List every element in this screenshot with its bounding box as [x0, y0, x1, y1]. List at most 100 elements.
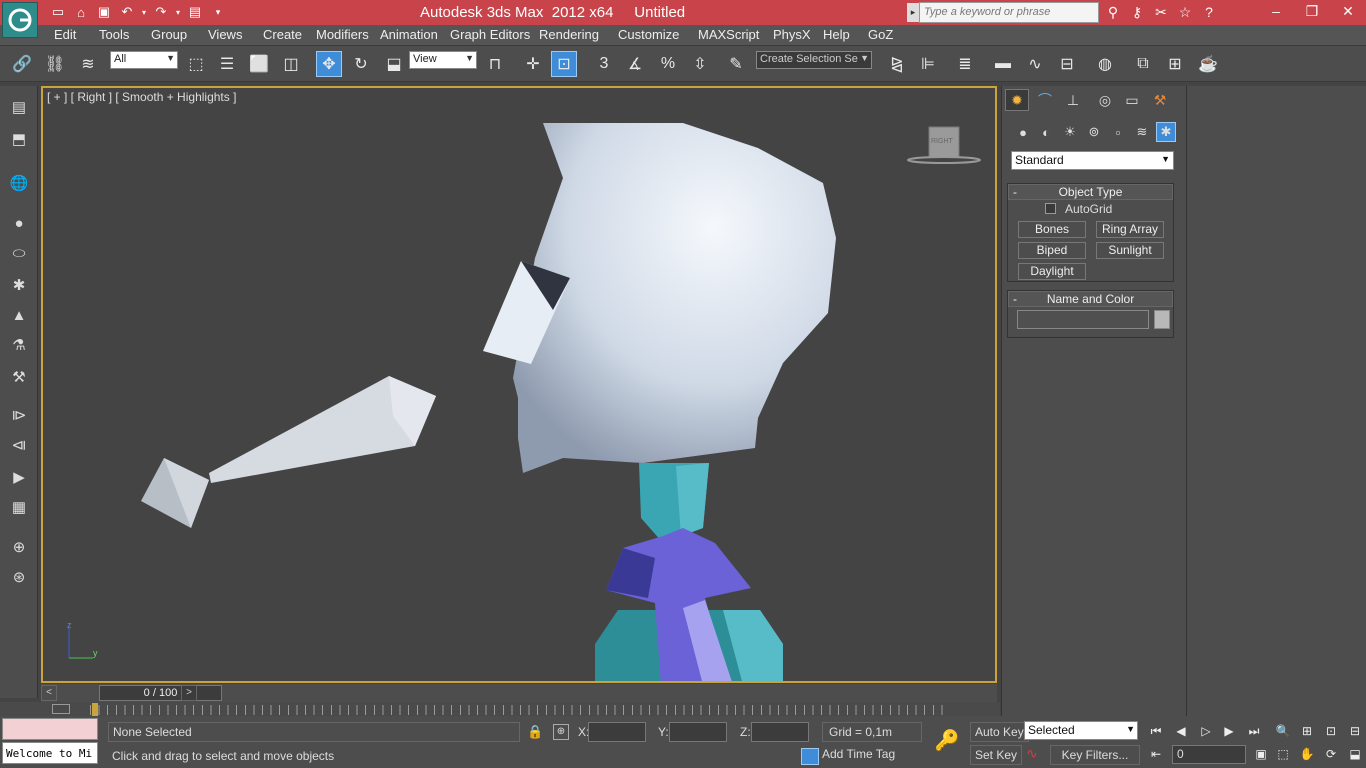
zoom-icon[interactable]: 🔍 — [1272, 722, 1294, 740]
edit-named-selection-icon[interactable]: ✎ — [723, 51, 749, 77]
hammer-icon[interactable]: ⚒ — [6, 364, 32, 390]
absolute-mode-icon[interactable]: ⊕ — [553, 724, 569, 740]
use-pivot-center-icon[interactable]: ⊓ — [482, 51, 508, 77]
cylinder-primitive-icon[interactable]: ⬭ — [6, 240, 32, 266]
snaps-toggle-icon[interactable]: 3 — [591, 51, 617, 77]
zoom-all-icon[interactable]: ⊞ — [1296, 722, 1318, 740]
select-object-icon[interactable]: ⬚ — [183, 51, 209, 77]
add-time-tag-button[interactable]: Add Time Tag — [822, 747, 895, 761]
application-menu-button[interactable] — [2, 2, 38, 38]
unlink-selection-icon[interactable]: ⛓ — [42, 51, 68, 77]
search-expand-icon[interactable]: ▸ — [907, 3, 919, 22]
spinner-snap-icon[interactable]: ⇳ — [687, 51, 713, 77]
lock-selection-icon[interactable]: 🔒 — [527, 724, 543, 740]
named-selection-dropdown[interactable]: Create Selection Se ▼ — [756, 51, 872, 69]
filter-icon[interactable] — [52, 704, 70, 714]
object-color-swatch[interactable] — [1154, 310, 1170, 329]
tab-motion[interactable]: ◎ — [1093, 89, 1117, 111]
field-of-view-icon[interactable]: ▣ — [1250, 745, 1272, 763]
render-setup-icon[interactable]: ⧉ — [1130, 51, 1156, 77]
menu-modifiers[interactable]: Modifiers — [316, 27, 369, 42]
menu-help[interactable]: Help — [823, 27, 850, 42]
tab-modify[interactable]: ⌒ — [1033, 89, 1057, 111]
open-file-icon[interactable]: ⌂ — [71, 3, 91, 21]
set-key-button[interactable]: Set Key — [970, 745, 1023, 765]
customize-quick-access-icon[interactable]: ▾ — [208, 3, 228, 21]
time-tag-icon[interactable] — [801, 748, 819, 765]
autogrid-checkbox[interactable] — [1045, 203, 1056, 214]
orbit-icon[interactable]: ⟳ — [1320, 745, 1342, 763]
redo-icon[interactable]: ↷ — [151, 3, 171, 21]
object-name-field[interactable] — [1017, 310, 1149, 329]
pan-view-icon[interactable]: ✋ — [1296, 745, 1318, 763]
close-button[interactable]: ✕ — [1330, 0, 1366, 22]
menu-animation[interactable]: Animation — [380, 27, 438, 42]
object-type-header[interactable]: - Object Type — [1008, 184, 1173, 200]
hierarchy-settings-icon[interactable]: ⊛ — [6, 564, 32, 590]
flask-icon[interactable]: ⚗ — [6, 332, 32, 358]
container-icon[interactable]: ⬒ — [6, 126, 32, 152]
keyboard-shortcut-override-icon[interactable]: ⊡ — [551, 51, 577, 77]
scene-explorer-icon[interactable]: ▤ — [6, 94, 32, 120]
rendered-frame-window-icon[interactable]: ⊞ — [1162, 51, 1188, 77]
tab-hierarchy[interactable]: ⊥ — [1061, 89, 1085, 111]
lights-category-icon[interactable]: ☀ — [1060, 122, 1080, 142]
select-and-manipulate-icon[interactable]: ✛ — [520, 51, 546, 77]
tab-utilities[interactable]: ⚒ — [1148, 89, 1172, 111]
time-slider-handle[interactable]: 0 / 100 — [99, 685, 222, 701]
render-frame-icon[interactable]: ▦ — [6, 494, 32, 520]
key-filters-button[interactable]: Key Filters... — [1050, 745, 1140, 765]
previous-frame-icon[interactable]: ◀ — [1170, 722, 1192, 740]
name-and-color-header[interactable]: - Name and Color — [1008, 291, 1173, 307]
schematic-view-icon[interactable]: ⊟ — [1054, 51, 1080, 77]
z-coordinate-field[interactable] — [751, 722, 809, 742]
hierarchy-add-icon[interactable]: ⊕ — [6, 534, 32, 560]
ring-array-button[interactable]: Ring Array — [1096, 221, 1164, 238]
menu-tools[interactable]: Tools — [99, 27, 129, 42]
space-warps-category-icon[interactable]: ≋ — [1132, 122, 1152, 142]
play-icon[interactable]: ▷ — [1195, 722, 1217, 740]
head-object[interactable] — [513, 123, 836, 473]
mirror-icon[interactable]: ⧎ — [884, 51, 910, 77]
shapes-category-icon[interactable]: ◐ — [1036, 122, 1056, 142]
tab-create[interactable]: ✹ — [1005, 89, 1029, 111]
viewport-right[interactable]: [ + ] [ Right ] [ Smooth + Highlights ] … — [41, 86, 997, 683]
menu-physx[interactable]: PhysX — [773, 27, 811, 42]
helpers-category-icon[interactable]: ▫ — [1108, 122, 1128, 142]
time-next-button[interactable]: > — [181, 685, 197, 701]
menu-customize[interactable]: Customize — [618, 27, 679, 42]
graphite-ribbon-icon[interactable]: ▬ — [990, 51, 1016, 77]
undo-icon[interactable]: ↶ — [117, 3, 137, 21]
select-and-scale-icon[interactable]: ⬓ — [381, 51, 407, 77]
menu-goz[interactable]: GoZ — [868, 27, 893, 42]
particle-icon[interactable]: ✱ — [6, 272, 32, 298]
maxscript-output[interactable]: Welcome to Mi — [2, 742, 98, 764]
geometry-category-icon[interactable]: ● — [1013, 122, 1033, 142]
time-prev-button[interactable]: < — [41, 685, 57, 701]
set-keys-key-icon[interactable]: 🔑 — [930, 728, 964, 756]
biped-button[interactable]: Biped — [1018, 242, 1086, 259]
cameras-category-icon[interactable]: ⊚ — [1084, 122, 1104, 142]
keyframe-out-icon[interactable]: ⧏ — [6, 432, 32, 458]
playback-icon[interactable]: ▶ — [6, 464, 32, 490]
menu-views[interactable]: Views — [208, 27, 242, 42]
rectangular-selection-icon[interactable]: ⬜ — [246, 51, 272, 77]
menu-edit[interactable]: Edit — [54, 27, 76, 42]
region-zoom-icon[interactable]: ⬚ — [1272, 745, 1294, 763]
curve-editor-icon[interactable]: ∿ — [1022, 51, 1048, 77]
layer-manager-icon[interactable]: ≣ — [952, 51, 978, 77]
favorites-star-icon[interactable]: ☆ — [1175, 2, 1195, 22]
help-icon[interactable]: ? — [1199, 2, 1219, 22]
render-production-teapot-icon[interactable]: ☕ — [1195, 51, 1221, 77]
viewport-label[interactable]: [ + ] [ Right ] [ Smooth + Highlights ] — [47, 90, 236, 104]
redo-dropdown-icon[interactable]: ▾ — [174, 3, 182, 21]
bind-to-space-warp-icon[interactable]: ≋ — [75, 51, 101, 77]
go-to-end-icon[interactable]: ⏭ — [1243, 722, 1265, 740]
save-file-icon[interactable]: ▣ — [94, 3, 114, 21]
current-frame-field[interactable]: 0 — [1172, 745, 1246, 764]
subscription-icon[interactable]: ⚷ — [1127, 2, 1147, 22]
sphere-primitive-icon[interactable]: ● — [6, 210, 32, 236]
menu-group[interactable]: Group — [151, 27, 187, 42]
undo-dropdown-icon[interactable]: ▾ — [140, 3, 148, 21]
project-folder-icon[interactable]: ▤ — [185, 3, 205, 21]
